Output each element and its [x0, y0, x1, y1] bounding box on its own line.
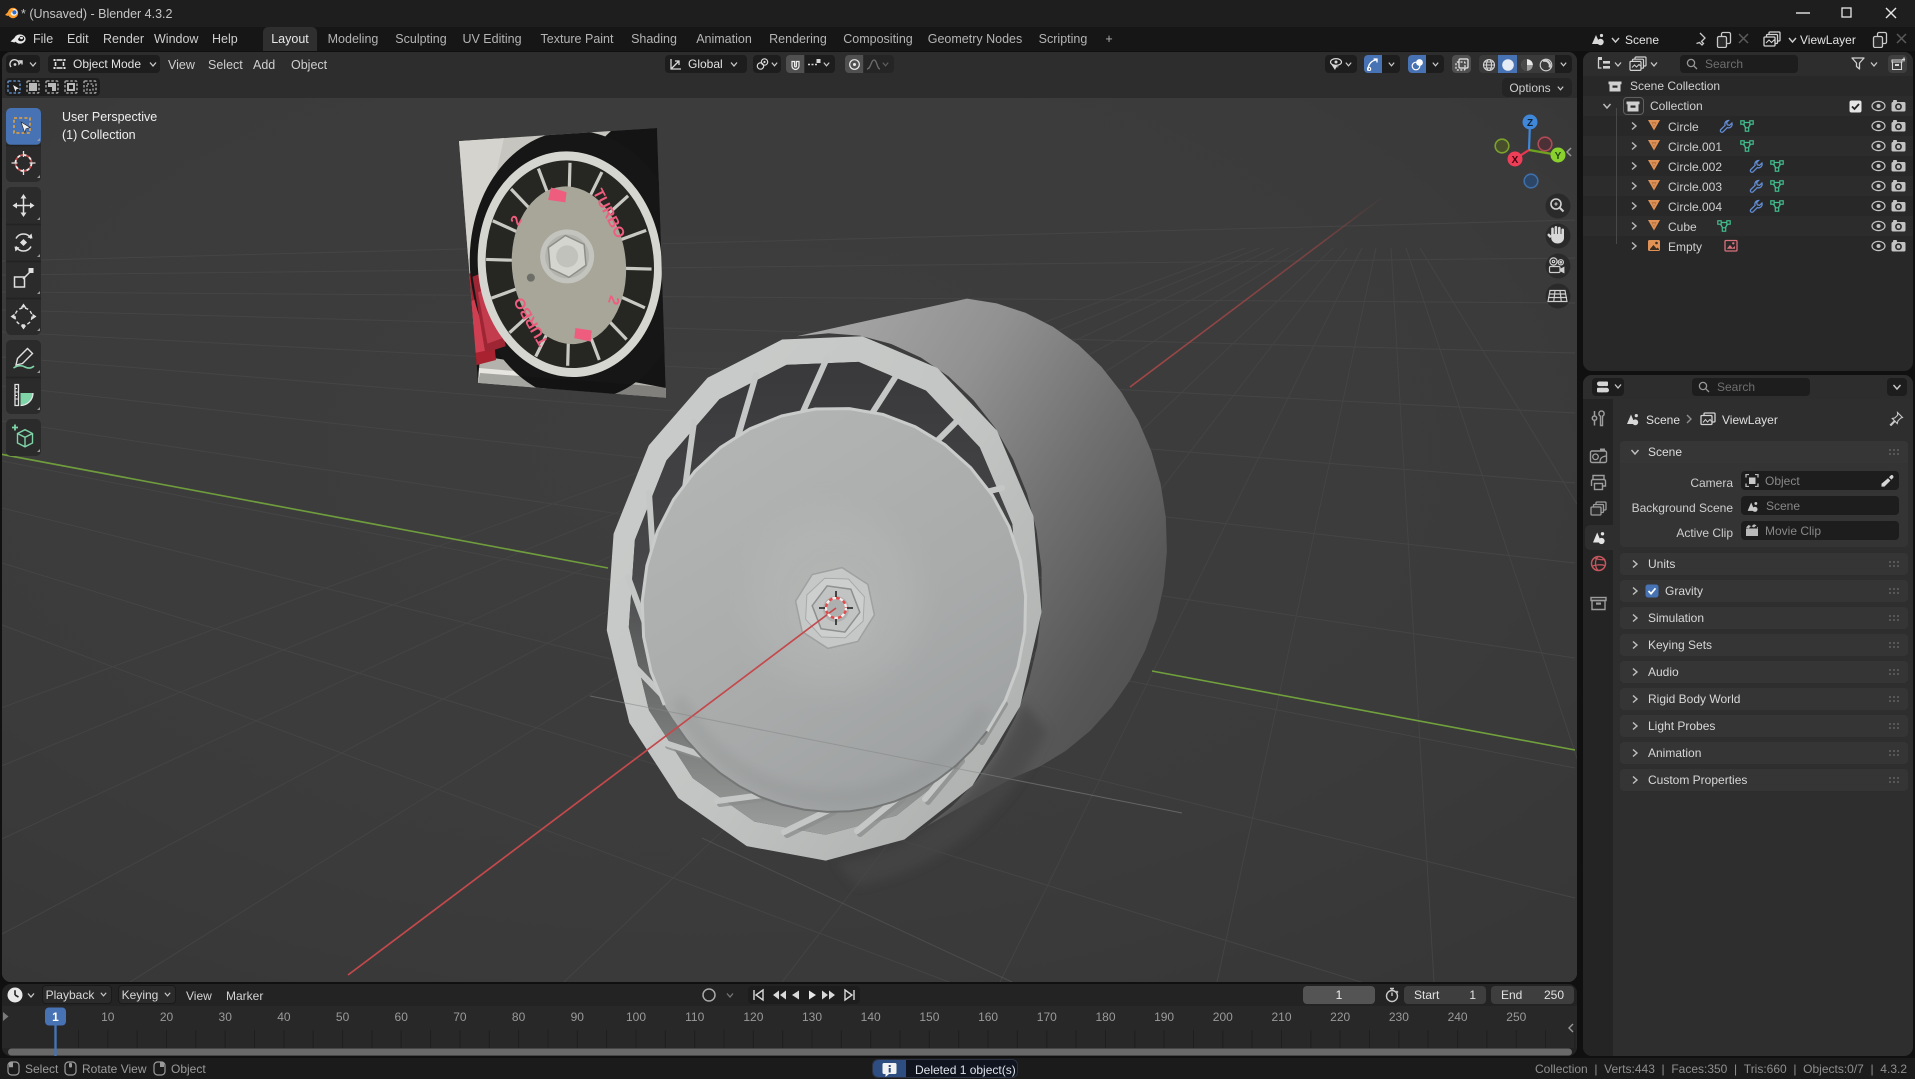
- svg-text:10: 10: [101, 1010, 115, 1024]
- svg-text:170: 170: [1037, 1010, 1057, 1024]
- svg-text:(1) Collection: (1) Collection: [62, 128, 136, 142]
- svg-text:210: 210: [1271, 1010, 1291, 1024]
- svg-text:40: 40: [277, 1010, 291, 1024]
- svg-text:220: 220: [1330, 1010, 1350, 1024]
- svg-text:User Perspective: User Perspective: [62, 110, 157, 124]
- svg-text:70: 70: [453, 1010, 467, 1024]
- svg-text:150: 150: [919, 1010, 939, 1024]
- svg-text:90: 90: [571, 1010, 585, 1024]
- svg-text:1: 1: [52, 1010, 59, 1024]
- svg-text:Z: Z: [1527, 118, 1533, 129]
- svg-text:20: 20: [160, 1010, 174, 1024]
- svg-text:230: 230: [1389, 1010, 1409, 1024]
- svg-text:130: 130: [802, 1010, 822, 1024]
- svg-text:Y: Y: [1555, 151, 1562, 162]
- svg-text:50: 50: [336, 1010, 350, 1024]
- svg-text:80: 80: [512, 1010, 526, 1024]
- svg-text:X: X: [1512, 155, 1519, 166]
- svg-text:200: 200: [1213, 1010, 1233, 1024]
- svg-text:160: 160: [978, 1010, 998, 1024]
- svg-text:180: 180: [1095, 1010, 1115, 1024]
- svg-text:100: 100: [626, 1010, 646, 1024]
- svg-text:120: 120: [743, 1010, 763, 1024]
- svg-text:240: 240: [1448, 1010, 1468, 1024]
- svg-text:140: 140: [861, 1010, 881, 1024]
- svg-text:110: 110: [685, 1010, 704, 1024]
- svg-text:30: 30: [219, 1010, 233, 1024]
- svg-text:190: 190: [1154, 1010, 1174, 1024]
- svg-text:250: 250: [1506, 1010, 1526, 1024]
- svg-text:60: 60: [395, 1010, 409, 1024]
